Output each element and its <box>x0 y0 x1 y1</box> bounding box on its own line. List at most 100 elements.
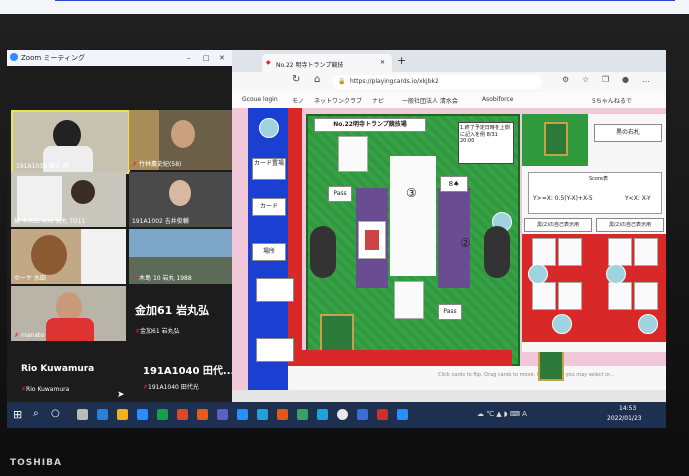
teams-icon[interactable] <box>217 409 228 420</box>
teddy-bear <box>31 235 67 275</box>
score-slot[interactable] <box>558 282 582 310</box>
powerpoint-icon[interactable] <box>177 409 188 420</box>
score-slot[interactable] <box>634 282 658 310</box>
windows-taskbar: ⊞ ⌕ ○ ☁ ℃ ▲ ◗ ⌨ A 14:53 2022/01/23 <box>7 402 666 428</box>
taskbar-app-icon[interactable] <box>377 409 388 420</box>
home-icon[interactable]: ⌂ <box>314 74 320 85</box>
mic-muted-icon: ✗ <box>14 332 20 339</box>
counter-circle[interactable] <box>528 264 548 284</box>
counter-circle[interactable] <box>638 314 658 334</box>
favorite-icon[interactable]: ☆ <box>582 75 589 84</box>
counter-circle[interactable] <box>259 118 279 138</box>
video-tile-7[interactable]: ✗ manato <box>11 286 126 341</box>
system-tray-icons[interactable]: ☁ ℃ ▲ ◗ ⌨ A <box>477 410 527 418</box>
clock-date[interactable]: 2022/01/23 <box>607 415 642 422</box>
pile-slot-1[interactable] <box>256 278 294 302</box>
hand-slot-left[interactable] <box>310 226 336 278</box>
hint-area: Click cards to flip. Drag cards to move.… <box>288 366 666 390</box>
pass-button-top[interactable]: Pass <box>328 186 352 202</box>
participant-name: ✗ 竹林農史紀(58) <box>132 161 182 168</box>
score-title: Score表 <box>589 176 609 182</box>
photo-top-link <box>55 0 675 1</box>
address-bar[interactable]: 🔒 https://playingcards.io/xkjbk2 <box>332 75 542 89</box>
score-slot[interactable] <box>634 238 658 266</box>
counter-circle[interactable] <box>552 314 572 334</box>
clock-time[interactable]: 14:53 <box>619 405 636 412</box>
windows-start-icon[interactable]: ⊞ <box>13 408 22 421</box>
bookmark-6[interactable]: 5ちゃんねるで <box>592 96 632 105</box>
task-view-icon[interactable]: ○ <box>51 408 60 419</box>
face-card[interactable] <box>358 221 386 259</box>
video-tile-4[interactable]: 191A1002 吉井俊輔 <box>129 172 232 227</box>
score-slot[interactable] <box>532 238 556 266</box>
browser-window: ◆ No.22 明寺トランプ競技 ✕ + ↻ ⌂ 🔒 https://playi… <box>232 50 666 402</box>
bottom-card[interactable] <box>394 281 424 319</box>
center-card-stack[interactable]: ③ <box>390 156 436 276</box>
excel-icon[interactable] <box>157 409 168 420</box>
taskbar-app-icon[interactable] <box>317 409 328 420</box>
bookmark-4[interactable]: 一般社団法人 清水会 <box>402 96 458 105</box>
menu-icon[interactable]: … <box>642 75 650 84</box>
maximize-icon[interactable]: □ <box>203 54 210 62</box>
score-slot[interactable] <box>532 282 556 310</box>
card-button[interactable]: カード <box>252 198 286 216</box>
profile-icon[interactable]: ● <box>622 75 629 84</box>
bookmark-2[interactable]: ネットワンクラブ <box>314 96 362 105</box>
bookmark-3[interactable]: ナビ <box>372 96 384 105</box>
scrollbar[interactable] <box>232 390 666 402</box>
tab-close-icon[interactable]: ✕ <box>380 59 385 66</box>
place-button[interactable]: 場所 <box>252 243 286 261</box>
zoom-icon <box>10 53 18 61</box>
file-explorer-icon[interactable] <box>117 409 128 420</box>
score-slot[interactable] <box>608 282 632 310</box>
taskbar-app-icon[interactable] <box>297 409 308 420</box>
score-slot[interactable] <box>558 238 582 266</box>
pass-button-bottom[interactable]: Pass <box>438 304 462 320</box>
video-tile-1[interactable]: 191A1036 高丸 翔 <box>11 110 130 174</box>
zoom-taskbar-icon[interactable] <box>137 409 148 420</box>
panel-right-label: 黒(2)の自己表示用 <box>596 218 664 232</box>
participant-name: ホーヤ 水田 <box>14 275 46 282</box>
taskbar-app-icon[interactable] <box>77 409 88 420</box>
score-card-back[interactable] <box>544 122 568 156</box>
bookmark-0[interactable]: Gcoue login <box>242 96 278 103</box>
participant-head <box>171 120 195 148</box>
whiteboard <box>17 176 62 221</box>
score-slot[interactable] <box>608 238 632 266</box>
top-left-card[interactable] <box>338 136 368 172</box>
counter-circle[interactable] <box>606 264 626 284</box>
hand-slot-right[interactable] <box>484 226 510 278</box>
video-tile-5[interactable]: ホーヤ 水田 <box>11 229 126 284</box>
video-tile-3[interactable]: 鍋 木木田 A36 高丸 TO11 <box>11 172 126 227</box>
search-icon[interactable]: ⌕ <box>33 408 39 419</box>
video-tile-2[interactable]: ✗ 竹林農史紀(58) <box>129 110 232 170</box>
zoom-title: Zoom ミーティング <box>21 54 85 62</box>
edge-icon[interactable] <box>257 409 268 420</box>
chrome-icon[interactable] <box>337 409 348 420</box>
taskbar-app-icon[interactable] <box>237 409 248 420</box>
refresh-icon[interactable]: ↻ <box>292 74 300 85</box>
participant-name: 191A1002 吉井俊輔 <box>132 218 189 225</box>
firefox-icon[interactable] <box>277 409 288 420</box>
collections-icon[interactable]: ❐ <box>602 75 609 84</box>
new-tab-icon[interactable]: + <box>397 54 406 67</box>
minimize-icon[interactable]: – <box>187 54 191 62</box>
bookmark-5[interactable]: Asobiforce <box>482 96 514 103</box>
extensions-icon[interactable]: ⚙ <box>562 75 569 84</box>
taskbar-app-icon[interactable] <box>397 409 408 420</box>
tab-bar: ◆ No.22 明寺トランプ競技 ✕ + <box>232 50 666 72</box>
office-icon[interactable] <box>197 409 208 420</box>
close-icon[interactable]: ✕ <box>219 54 225 62</box>
card-pile-button[interactable]: カード置場 <box>252 158 286 180</box>
taskbar-app-icon[interactable] <box>97 409 108 420</box>
bookmark-1[interactable]: モノ <box>292 96 304 105</box>
lock-icon: 🔒 <box>338 78 346 85</box>
participant-body <box>46 318 94 341</box>
score-panel: 黒の右札 Score表 Y>=X: 0.5(Y-X)+X-5 Y<X: X-Y … <box>522 114 666 352</box>
tab-active[interactable]: ◆ No.22 明寺トランプ競技 ✕ <box>262 54 392 72</box>
video-tile-6[interactable]: ✗ 木島 10 岩丸 1988 <box>129 229 232 284</box>
small-card-8-spade[interactable]: 8♠ <box>440 176 468 192</box>
participant-sub-kin: ✗金加61 岩丸弘 <box>135 328 180 335</box>
pile-slot-2[interactable] <box>256 338 294 362</box>
taskbar-app-icon[interactable] <box>357 409 368 420</box>
